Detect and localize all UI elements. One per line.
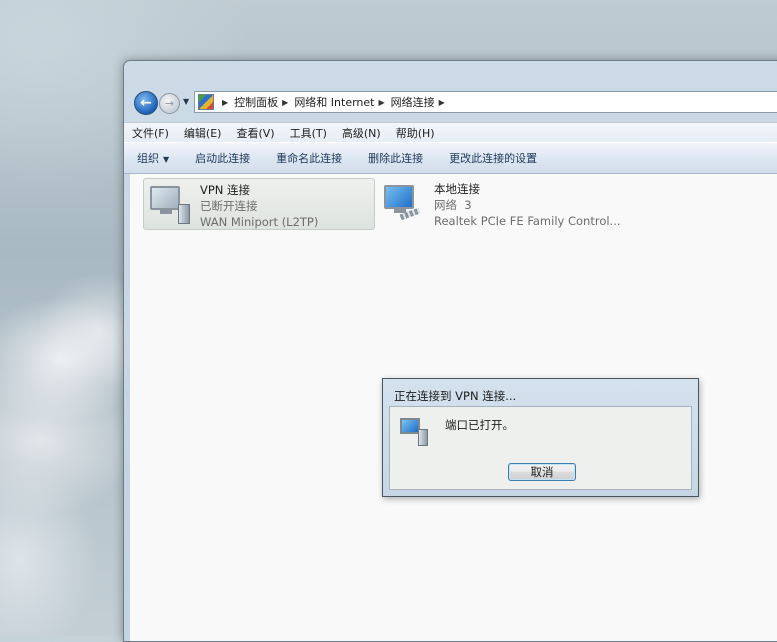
chevron-down-icon: ▼ (163, 155, 170, 164)
delete-connection-button[interactable]: 删除此连接 (355, 150, 436, 166)
connecting-dialog: 正在连接到 VPN 连接... 端口已打开。 取消 (382, 378, 699, 497)
chevron-right-icon[interactable]: ▶ (222, 98, 228, 107)
menu-edit[interactable]: 编辑(E) (176, 125, 229, 141)
menu-help[interactable]: 帮助(H) (388, 125, 442, 141)
dialog-status-text: 端口已打开。 (445, 418, 514, 432)
forward-arrow-icon[interactable]: → (159, 93, 180, 114)
chevron-right-icon[interactable]: ▶ (379, 98, 385, 107)
cancel-button[interactable]: 取消 (508, 463, 576, 481)
change-settings-button[interactable]: 更改此连接的设置 (436, 150, 550, 166)
connection-status: 网络 3 (434, 198, 472, 212)
dialog-title: 正在连接到 VPN 连接... (394, 389, 517, 403)
connection-item-vpn[interactable]: VPN 连接 已断开连接 WAN Miniport (L2TP) (143, 178, 375, 230)
breadcrumb-network-internet[interactable]: 网络和 Internet (294, 94, 374, 110)
menu-bar: 文件(F) 编辑(E) 查看(V) 工具(T) 高级(N) 帮助(H) (124, 122, 777, 142)
menu-tools[interactable]: 工具(T) (282, 125, 334, 141)
local-connection-icon (382, 181, 428, 225)
vpn-connection-icon (148, 182, 194, 226)
navigation-bar: ← → ▼ ▶ 控制面板 ▶ 网络和 Internet ▶ 网络连接 ▶ (132, 89, 777, 117)
back-arrow-icon[interactable]: ← (134, 91, 158, 115)
organize-button[interactable]: 组织 ▼ (124, 150, 182, 166)
connection-name: VPN 连接 (200, 183, 251, 197)
command-bar: 组织 ▼ 启动此连接 重命名此连接 删除此连接 更改此连接的设置 (124, 142, 777, 174)
connection-name: 本地连接 (434, 182, 480, 196)
connection-device: WAN Miniport (L2TP) (200, 215, 319, 229)
vpn-connection-icon (400, 416, 432, 448)
control-panel-icon (198, 94, 214, 110)
recent-pages-dropdown-icon[interactable]: ▼ (183, 97, 189, 106)
connection-item-local[interactable]: 本地连接 网络 3 Realtek PCIe FE Family Control… (378, 178, 638, 230)
connection-status: 已断开连接 (200, 199, 258, 213)
start-connection-button[interactable]: 启动此连接 (182, 150, 263, 166)
dialog-body: 端口已打开。 取消 (389, 406, 692, 490)
address-bar[interactable]: ▶ 控制面板 ▶ 网络和 Internet ▶ 网络连接 ▶ (194, 91, 777, 113)
chevron-right-icon[interactable]: ▶ (282, 98, 288, 107)
network-connections-window: ← → ▼ ▶ 控制面板 ▶ 网络和 Internet ▶ 网络连接 ▶ 文件(… (123, 60, 777, 642)
breadcrumb-control-panel[interactable]: 控制面板 (234, 94, 278, 110)
menu-advanced[interactable]: 高级(N) (334, 125, 388, 141)
rename-connection-button[interactable]: 重命名此连接 (263, 150, 355, 166)
organize-label: 组织 (137, 152, 159, 165)
breadcrumb-network-connections[interactable]: 网络连接 (391, 94, 435, 110)
menu-file[interactable]: 文件(F) (124, 125, 176, 141)
chevron-right-icon[interactable]: ▶ (439, 98, 445, 107)
menu-view[interactable]: 查看(V) (228, 125, 281, 141)
connection-device: Realtek PCIe FE Family Control... (434, 214, 621, 228)
